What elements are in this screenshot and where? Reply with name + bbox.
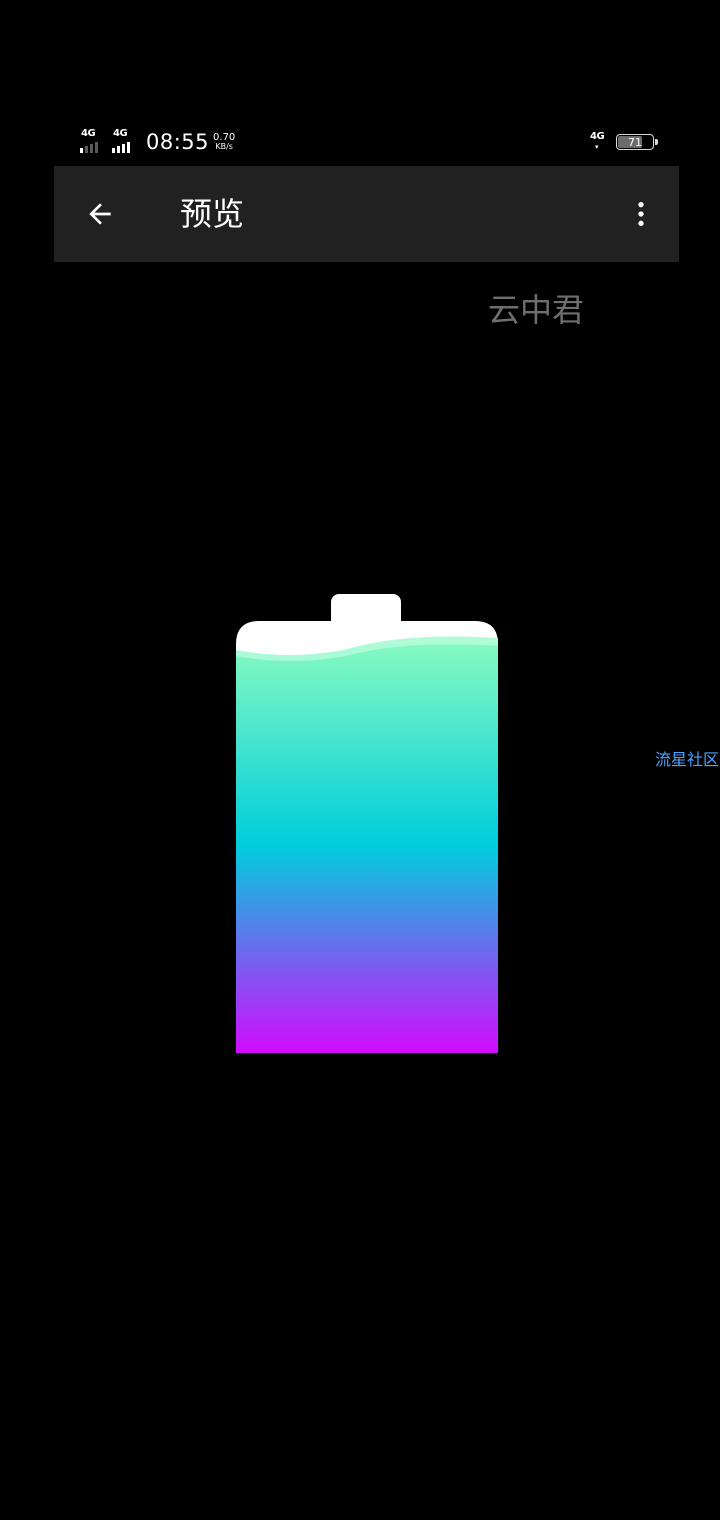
battery-liquid [236, 636, 498, 1053]
sim2-network-label: 4G [113, 128, 128, 139]
back-button[interactable] [76, 190, 124, 238]
network-speed-unit: KB/s [215, 142, 233, 151]
battery-level: 71 [628, 135, 642, 149]
charging-battery-preview [236, 594, 498, 1054]
arrow-left-icon [89, 203, 111, 225]
status-bar: 4G 4G 08:55 0.70 KB/s 4G ▾ 71 [80, 126, 658, 158]
sim1-network-label: 4G [81, 128, 96, 139]
charging-battery-icon [236, 594, 498, 1053]
status-right: 4G ▾ 71 [590, 130, 658, 154]
watermark-author: 云中君 [488, 291, 585, 329]
mobile-data-label: 4G [590, 131, 605, 142]
more-vert-icon [638, 202, 644, 226]
network-speed-value: 0.70 [213, 132, 236, 143]
more-options-button[interactable] [617, 190, 665, 238]
status-time: 08:55 [146, 130, 210, 154]
mobile-data-icon: 4G ▾ [590, 131, 605, 151]
page-title: 预览 [180, 195, 245, 233]
network-speed: 0.70 KB/s [213, 132, 236, 152]
battery-icon: 71 [616, 134, 658, 150]
app-bar: 预览 [54, 166, 679, 262]
status-left: 4G 4G 08:55 0.70 KB/s [80, 129, 235, 155]
signal-sim2-icon: 4G [112, 129, 138, 155]
watermark-community: 流星社区 [655, 750, 720, 769]
signal-sim1-icon: 4G [80, 129, 106, 155]
